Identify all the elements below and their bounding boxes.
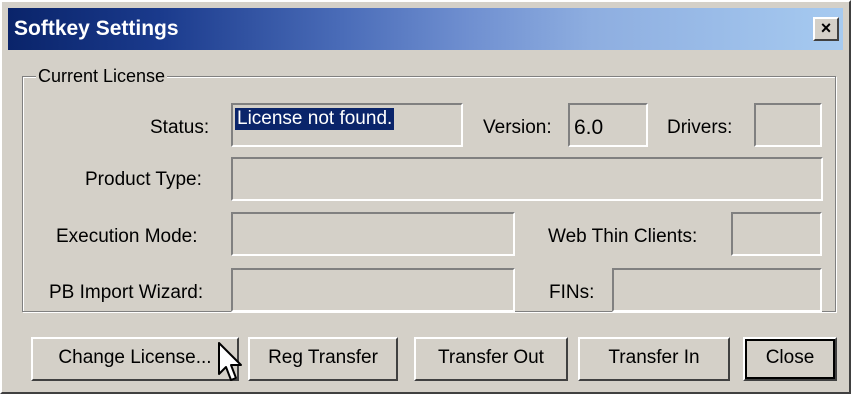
status-value: License not found. — [235, 108, 395, 130]
product-type-label: Product Type: — [85, 169, 202, 190]
pb-import-wizard-label: PB Import Wizard: — [49, 282, 204, 303]
close-button[interactable]: Close — [743, 337, 837, 381]
web-thin-clients-label: Web Thin Clients: — [548, 226, 698, 247]
transfer-out-button[interactable]: Transfer Out — [414, 337, 568, 381]
web-thin-clients-field[interactable] — [731, 212, 822, 256]
arrow-pointer-icon — [218, 342, 242, 381]
current-license-legend: Current License — [36, 66, 168, 87]
version-value: 6.0 — [574, 116, 604, 139]
reg-transfer-button[interactable]: Reg Transfer — [248, 337, 398, 381]
pb-import-wizard-field[interactable] — [231, 268, 515, 312]
transfer-in-button[interactable]: Transfer In — [578, 337, 730, 381]
fins-label: FINs: — [549, 282, 595, 303]
drivers-field[interactable] — [754, 103, 822, 147]
title-bar[interactable]: Softkey Settings × — [8, 8, 843, 50]
version-label: Version: — [483, 117, 552, 138]
dialog-title: Softkey Settings — [14, 17, 179, 40]
drivers-label: Drivers: — [667, 117, 733, 138]
softkey-settings-dialog: Softkey Settings × Current License Statu… — [0, 0, 851, 394]
product-type-field[interactable] — [231, 157, 823, 201]
change-license-button[interactable]: Change License... — [31, 337, 239, 381]
execution-mode-label: Execution Mode: — [56, 226, 198, 247]
status-label: Status: — [150, 117, 210, 138]
status-field[interactable]: License not found. — [231, 103, 463, 147]
close-icon[interactable]: × — [813, 17, 839, 41]
execution-mode-field[interactable] — [231, 212, 515, 256]
fins-field[interactable] — [612, 268, 822, 312]
version-field[interactable]: 6.0 — [568, 103, 648, 147]
